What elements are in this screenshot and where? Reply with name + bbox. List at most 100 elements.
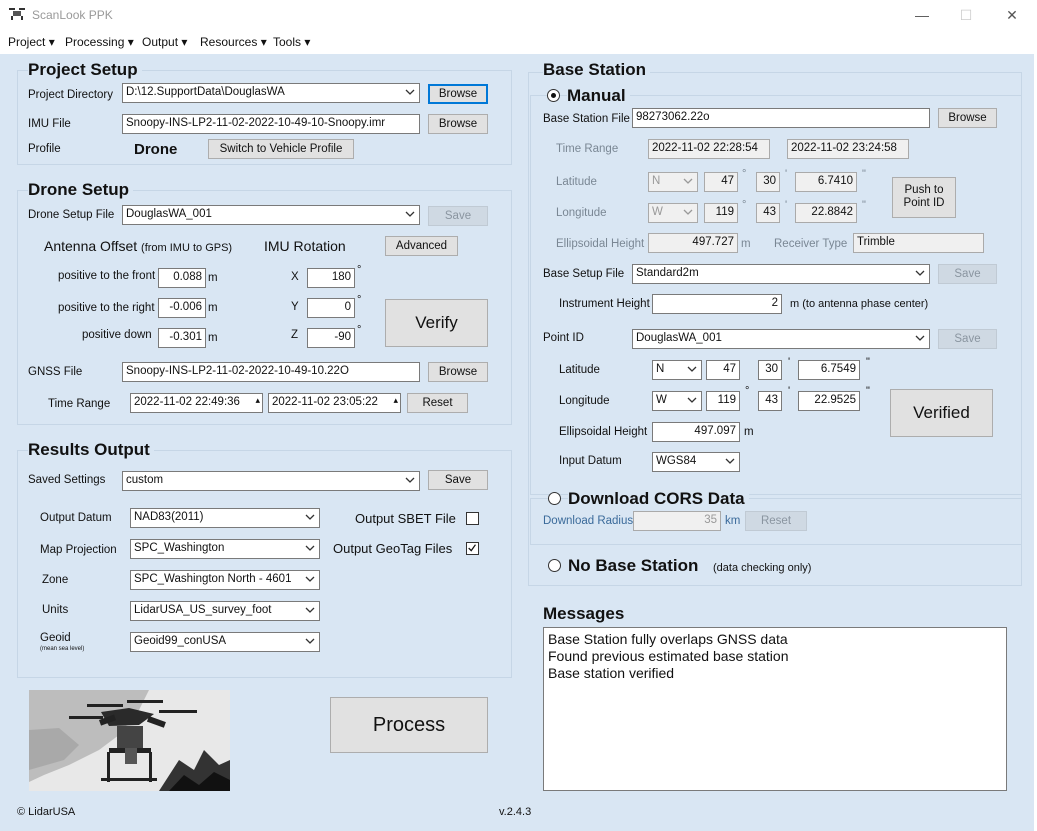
drone-setup-save-button[interactable]: Save bbox=[428, 206, 488, 226]
menu-output[interactable]: Output ▾ bbox=[142, 35, 187, 49]
saved-settings-dropdown[interactable]: custom bbox=[122, 471, 420, 491]
instrument-height-label: Instrument Height bbox=[559, 298, 650, 310]
front-offset-input[interactable]: 0.088 bbox=[158, 268, 206, 288]
base-time-start: 2022-11-02 22:28:54 bbox=[648, 139, 770, 159]
gnss-file-input[interactable]: Snoopy-INS-LP2-11-02-2022-10-49-10.22O bbox=[122, 362, 420, 382]
download-radius-label: Download Radius bbox=[543, 515, 634, 527]
cors-reset-button[interactable]: Reset bbox=[745, 511, 807, 531]
profile-label: Profile bbox=[28, 143, 61, 155]
point-lat-sec-input[interactable]: 6.7549 bbox=[798, 360, 860, 380]
title-bar: ScanLook PPK — ☐ ✕ bbox=[0, 0, 1037, 30]
drone-setup-file-dropdown[interactable]: DouglasWA_001 bbox=[122, 205, 420, 225]
gnss-file-label: GNSS File bbox=[28, 366, 83, 378]
point-height-unit: m bbox=[744, 426, 754, 438]
input-datum-label: Input Datum bbox=[559, 455, 622, 467]
map-projection-dropdown[interactable]: SPC_Washington bbox=[130, 539, 320, 559]
front-unit: m bbox=[208, 272, 218, 284]
degree-symbol: ° bbox=[357, 324, 362, 336]
z-rotation-input[interactable]: -90 bbox=[307, 328, 355, 348]
imu-file-input[interactable]: Snoopy-INS-LP2-11-02-2022-10-49-10-Snoop… bbox=[122, 114, 420, 134]
input-datum-dropdown[interactable]: WGS84 bbox=[652, 452, 740, 472]
switch-profile-button[interactable]: Switch to Vehicle Profile bbox=[208, 139, 354, 159]
chevron-down-icon bbox=[683, 209, 693, 215]
drone-time-reset-button[interactable]: Reset bbox=[407, 393, 468, 413]
process-button[interactable]: Process bbox=[330, 697, 488, 753]
y-rotation-input[interactable]: 0 bbox=[307, 298, 355, 318]
output-datum-dropdown[interactable]: NAD83(2011) bbox=[130, 508, 320, 528]
close-button[interactable]: ✕ bbox=[1000, 4, 1024, 26]
base-setup-save-button[interactable]: Save bbox=[938, 264, 997, 284]
point-lat-deg-input[interactable]: 47 bbox=[706, 360, 740, 380]
menu-resources[interactable]: Resources ▾ bbox=[200, 35, 267, 49]
x-rotation-label: X bbox=[291, 271, 299, 283]
base-setup-file-label: Base Setup File bbox=[543, 268, 625, 280]
point-id-save-button[interactable]: Save bbox=[938, 329, 997, 349]
verify-button[interactable]: Verify bbox=[385, 299, 488, 347]
drone-time-end-input[interactable]: 2022-11-02 23:05:22 ▴ bbox=[268, 393, 401, 413]
cors-radio[interactable] bbox=[548, 492, 561, 505]
base-station-file-input[interactable]: 98273062.22o bbox=[632, 108, 930, 128]
output-geotag-checkbox[interactable] bbox=[466, 542, 479, 555]
chevron-down-icon bbox=[305, 607, 315, 613]
project-directory-dropdown[interactable]: D:\12.SupportData\DouglasWA bbox=[122, 83, 420, 103]
push-to-point-id-button[interactable]: Push to Point ID bbox=[892, 177, 956, 218]
units-label: Units bbox=[42, 604, 69, 616]
base-ellipsoidal-height: 497.727 bbox=[648, 233, 738, 253]
project-directory-label: Project Directory bbox=[28, 89, 113, 101]
menu-project[interactable]: Project ▾ bbox=[8, 35, 55, 49]
point-id-dropdown[interactable]: DouglasWA_001 bbox=[632, 329, 930, 349]
chevron-down-icon bbox=[405, 89, 415, 95]
messages-box[interactable]: Base Station fully overlaps GNSS data Fo… bbox=[543, 627, 1007, 791]
download-radius-unit: km bbox=[725, 515, 741, 527]
point-lon-deg-input[interactable]: 119 bbox=[706, 391, 740, 411]
base-longitude-label: Longitude bbox=[556, 207, 607, 219]
saved-settings-save-button[interactable]: Save bbox=[428, 470, 488, 490]
down-unit: m bbox=[208, 332, 218, 344]
imu-browse-button[interactable]: Browse bbox=[428, 114, 488, 134]
minimize-button[interactable]: — bbox=[910, 4, 934, 26]
chevron-down-icon bbox=[305, 514, 315, 520]
chevron-down-icon bbox=[687, 397, 697, 403]
point-id-label: Point ID bbox=[543, 332, 584, 344]
geoid-dropdown[interactable]: Geoid99_conUSA bbox=[130, 632, 320, 652]
degree-symbol: ° bbox=[742, 168, 747, 180]
instrument-height-input[interactable]: 2 bbox=[652, 294, 782, 314]
second-symbol: " bbox=[866, 356, 870, 368]
drone-app-icon bbox=[9, 8, 25, 20]
right-offset-input[interactable]: -0.006 bbox=[158, 298, 206, 318]
point-ellipsoidal-height-input[interactable]: 497.097 bbox=[652, 422, 740, 442]
point-lat-min-input[interactable]: 30 bbox=[758, 360, 782, 380]
project-browse-button[interactable]: Browse bbox=[428, 84, 488, 104]
down-offset-input[interactable]: -0.301 bbox=[158, 328, 206, 348]
maximize-button[interactable]: ☐ bbox=[954, 4, 978, 26]
gnss-browse-button[interactable]: Browse bbox=[428, 362, 488, 382]
message-line: Base Station fully overlaps GNSS data bbox=[548, 631, 788, 647]
menu-processing[interactable]: Processing ▾ bbox=[65, 35, 134, 49]
drone-setup-file-label: Drone Setup File bbox=[28, 209, 115, 221]
point-lon-dir-dropdown[interactable]: W bbox=[652, 391, 702, 411]
verified-button[interactable]: Verified bbox=[890, 389, 993, 437]
down-offset-label: positive down bbox=[82, 329, 152, 341]
x-rotation-input[interactable]: 180 bbox=[307, 268, 355, 288]
chevron-down-icon bbox=[405, 477, 415, 483]
base-station-title: Base Station bbox=[543, 60, 650, 80]
no-base-station-radio[interactable] bbox=[548, 559, 561, 572]
output-sbet-checkbox[interactable] bbox=[466, 512, 479, 525]
drone-time-range-label: Time Range bbox=[48, 398, 111, 410]
drone-time-start-input[interactable]: 2022-11-02 22:49:36 ▴ bbox=[130, 393, 263, 413]
minute-symbol: ' bbox=[788, 356, 791, 368]
zone-dropdown[interactable]: SPC_Washington North - 4601 bbox=[130, 570, 320, 590]
z-rotation-label: Z bbox=[291, 329, 299, 341]
manual-radio[interactable] bbox=[547, 89, 560, 102]
units-dropdown[interactable]: LidarUSA_US_survey_foot bbox=[130, 601, 320, 621]
point-lon-sec-input[interactable]: 22.9525 bbox=[798, 391, 860, 411]
base-setup-file-dropdown[interactable]: Standard2m bbox=[632, 264, 930, 284]
advanced-button[interactable]: Advanced bbox=[385, 236, 458, 256]
menu-tools[interactable]: Tools ▾ bbox=[273, 35, 310, 49]
base-time-end: 2022-11-02 23:24:58 bbox=[787, 139, 909, 159]
point-lon-min-input[interactable]: 43 bbox=[758, 391, 782, 411]
base-station-file-label: Base Station File bbox=[543, 113, 630, 125]
base-lat-sec: 6.7410 bbox=[795, 172, 857, 192]
point-lat-dir-dropdown[interactable]: N bbox=[652, 360, 702, 380]
base-station-browse-button[interactable]: Browse bbox=[938, 108, 997, 128]
